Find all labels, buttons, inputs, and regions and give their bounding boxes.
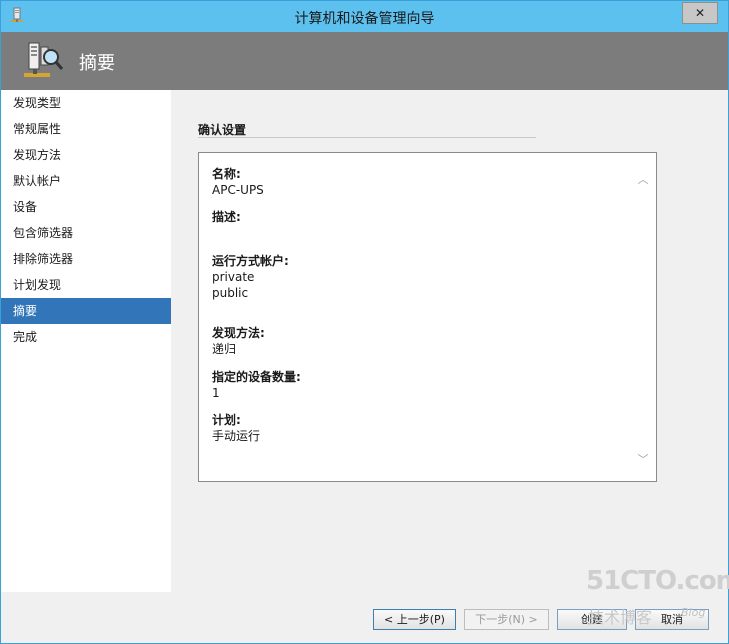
summary-runas: 运行方式帐户: private public xyxy=(212,253,289,301)
section-title: 确认设置 xyxy=(198,123,247,137)
section-divider xyxy=(198,137,536,138)
close-button[interactable]: ✕ xyxy=(682,2,718,24)
name-value: APC-UPS xyxy=(212,183,264,197)
nav-step-completion[interactable]: 完成 xyxy=(1,324,171,350)
device-count-label: 指定的设备数量: xyxy=(212,370,301,384)
nav-step-default-account[interactable]: 默认帐户 xyxy=(1,168,171,194)
nav-step-devices[interactable]: 设备 xyxy=(1,194,171,220)
wizard-window: 计算机和设备管理向导 ✕ 摘要 发现类型 常规属性 发现方法 默认帐户 设备 包… xyxy=(0,0,729,644)
nav-step-discovery-type[interactable]: 发现类型 xyxy=(1,90,171,116)
schedule-value: 手动运行 xyxy=(212,429,261,443)
summary-method: 发现方法: 递归 xyxy=(212,325,265,357)
summary-device-count: 指定的设备数量: 1 xyxy=(212,369,301,401)
wizard-magnifier-icon xyxy=(24,42,64,77)
wizard-steps-nav: 发现类型 常规属性 发现方法 默认帐户 设备 包含筛选器 排除筛选器 计划发现 … xyxy=(1,90,171,592)
nav-step-schedule[interactable]: 计划发现 xyxy=(1,272,171,298)
close-icon: ✕ xyxy=(694,6,706,20)
watermark: 51CTO.com 技术博客 Blog xyxy=(586,566,729,632)
runas-label: 运行方式帐户: xyxy=(212,254,289,268)
summary-text-box[interactable]: 名称: APC-UPS 描述: 运行方式帐户: private public 发… xyxy=(198,152,657,482)
page-title: 摘要 xyxy=(79,53,115,74)
method-value: 递归 xyxy=(212,342,237,356)
nav-step-summary[interactable]: 摘要 xyxy=(1,298,171,324)
previous-button[interactable]: < 上一步(P) xyxy=(373,609,456,630)
nav-step-discovery-method[interactable]: 发现方法 xyxy=(1,142,171,168)
page-header: 摘要 xyxy=(1,32,728,90)
watermark-blog: Blog xyxy=(681,606,706,619)
schedule-label: 计划: xyxy=(212,413,241,427)
scroll-down-icon[interactable]: ﹀ xyxy=(636,451,650,466)
nav-step-exclude-filter[interactable]: 排除筛选器 xyxy=(1,246,171,272)
method-label: 发现方法: xyxy=(212,326,265,340)
nav-step-include-filter[interactable]: 包含筛选器 xyxy=(1,220,171,246)
nav-step-general-properties[interactable]: 常规属性 xyxy=(1,116,171,142)
runas-value-private: private xyxy=(212,270,255,284)
summary-description: 描述: xyxy=(212,209,241,225)
device-count-value: 1 xyxy=(212,386,220,400)
name-label: 名称: xyxy=(212,167,241,181)
summary-schedule: 计划: 手动运行 xyxy=(212,412,260,444)
runas-value-public: public xyxy=(212,286,249,300)
next-button[interactable]: 下一步(N) > xyxy=(464,609,549,630)
main-content: 确认设置 名称: APC-UPS 描述: 运行方式帐户: private pub… xyxy=(171,90,721,592)
title-bar[interactable]: 计算机和设备管理向导 ✕ xyxy=(1,1,728,32)
window-title: 计算机和设备管理向导 xyxy=(294,11,435,27)
scroll-up-icon[interactable]: ︿ xyxy=(636,171,650,186)
watermark-subtitle: 技术博客 xyxy=(588,608,653,627)
summary-name: 名称: APC-UPS xyxy=(212,166,264,198)
watermark-logo-text: 51CTO.com xyxy=(586,566,729,596)
description-label: 描述: xyxy=(212,210,241,224)
